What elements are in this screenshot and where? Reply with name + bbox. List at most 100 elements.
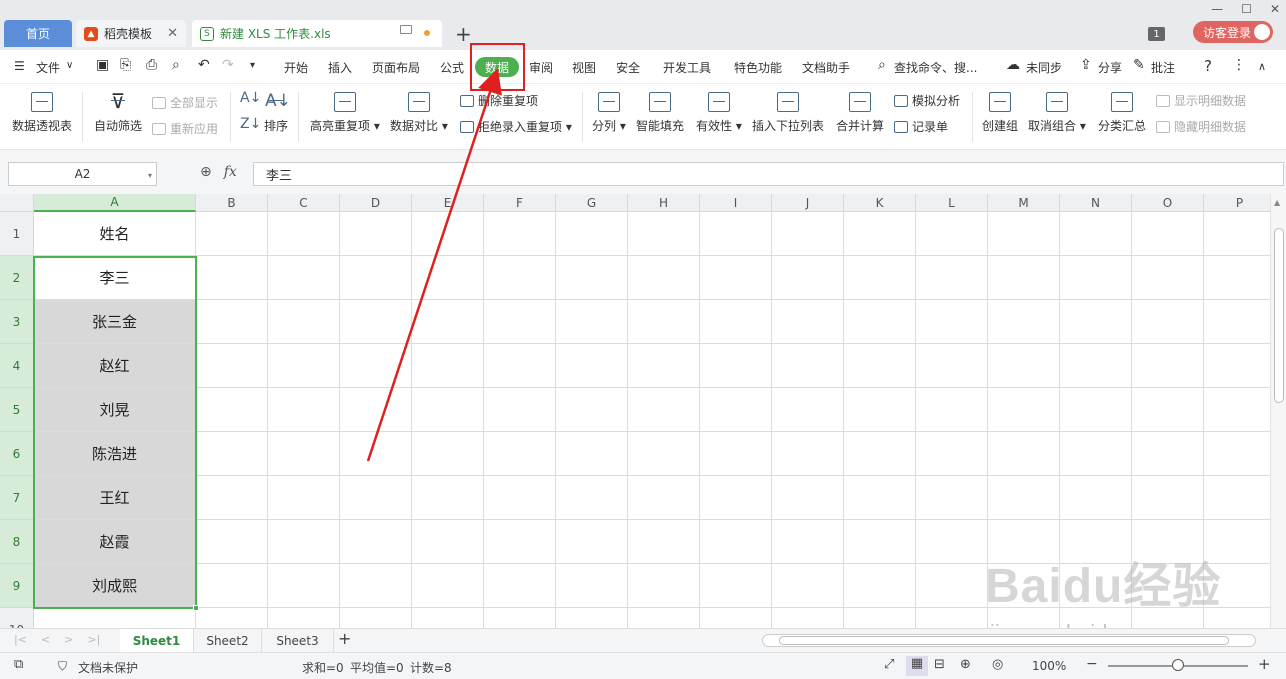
cell-l9[interactable] [916, 564, 988, 608]
cell-k5[interactable] [844, 388, 916, 432]
cell-f5[interactable] [484, 388, 556, 432]
cell-i9[interactable] [700, 564, 772, 608]
menu-insert[interactable]: 插入 [328, 59, 352, 76]
cell-l2[interactable] [916, 256, 988, 300]
cell-h3[interactable] [628, 300, 700, 344]
column-header-m[interactable]: M [988, 194, 1060, 212]
cell-b7[interactable] [196, 476, 268, 520]
cell-e3[interactable] [412, 300, 484, 344]
share-button[interactable]: 分享 [1098, 59, 1122, 76]
cell-l5[interactable] [916, 388, 988, 432]
show-all-button[interactable]: 全部显示 [152, 94, 218, 111]
login-button[interactable]: 访客登录 [1193, 21, 1273, 43]
cell-j9[interactable] [772, 564, 844, 608]
cell-b6[interactable] [196, 432, 268, 476]
menu-review[interactable]: 审阅 [529, 59, 553, 76]
validity-button[interactable]: 有效性 ▾ [696, 92, 742, 134]
cell-c3[interactable] [268, 300, 340, 344]
cell-d8[interactable] [340, 520, 412, 564]
cell-f2[interactable] [484, 256, 556, 300]
column-header-h[interactable]: H [628, 194, 700, 212]
export-icon[interactable]: ⎘ [120, 57, 131, 73]
cell-h2[interactable] [628, 256, 700, 300]
menu-formula[interactable]: 公式 [440, 59, 464, 76]
cell-h9[interactable] [628, 564, 700, 608]
more-icon[interactable]: ⋮ [1232, 57, 1246, 73]
hide-detail-button[interactable]: 隐藏明细数据 [1156, 118, 1246, 135]
protect-status[interactable]: 文档未保护 [78, 659, 138, 676]
cell-p7[interactable] [1204, 476, 1270, 520]
cell-o2[interactable] [1132, 256, 1204, 300]
cell-o7[interactable] [1132, 476, 1204, 520]
cell-d6[interactable] [340, 432, 412, 476]
cell-c2[interactable] [268, 256, 340, 300]
cell-j3[interactable] [772, 300, 844, 344]
cell-f8[interactable] [484, 520, 556, 564]
cell-g6[interactable] [556, 432, 628, 476]
cell-d2[interactable] [340, 256, 412, 300]
cell-m5[interactable] [988, 388, 1060, 432]
sort-button[interactable]: A↓ 排序 [264, 92, 291, 134]
cell-c9[interactable] [268, 564, 340, 608]
cell-b5[interactable] [196, 388, 268, 432]
cell-f1[interactable] [484, 212, 556, 256]
cell-f9[interactable] [484, 564, 556, 608]
cell-m3[interactable] [988, 300, 1060, 344]
autofilter-button[interactable]: ⊽ 自动筛选 [94, 91, 142, 134]
zoom-in-icon[interactable]: + [1258, 655, 1271, 673]
subtotal-button[interactable]: 分类汇总 [1098, 92, 1146, 134]
column-header-k[interactable]: K [844, 194, 916, 212]
cell-o4[interactable] [1132, 344, 1204, 388]
cell-k1[interactable] [844, 212, 916, 256]
sync-status[interactable]: 未同步 [1026, 59, 1062, 76]
cell-c6[interactable] [268, 432, 340, 476]
cell-o5[interactable] [1132, 388, 1204, 432]
cell-m4[interactable] [988, 344, 1060, 388]
cell-g8[interactable] [556, 520, 628, 564]
cell-d10[interactable] [340, 608, 412, 628]
cell-e10[interactable] [412, 608, 484, 628]
smart-fill-button[interactable]: 智能填充 [636, 92, 684, 134]
cell-a3[interactable]: 张三金 [34, 300, 196, 344]
file-menu[interactable]: 文件 [36, 59, 60, 76]
ungroup-button[interactable]: 取消组合 ▾ [1028, 92, 1086, 134]
row-header-10[interactable]: 10 [0, 608, 34, 628]
menu-page-layout[interactable]: 页面布局 [372, 59, 420, 76]
menu-developer[interactable]: 开发工具 [663, 59, 711, 76]
cell-e4[interactable] [412, 344, 484, 388]
record-form-button[interactable]: 记录单 [894, 118, 948, 135]
templates-tab[interactable]: ▲ 稻壳模板 ✕ [76, 20, 186, 47]
cell-k3[interactable] [844, 300, 916, 344]
close-icon[interactable]: ✕ [167, 26, 178, 41]
cell-g3[interactable] [556, 300, 628, 344]
cell-d1[interactable] [340, 212, 412, 256]
simulate-analysis-button[interactable]: 模拟分析 [894, 92, 960, 109]
cell-g7[interactable] [556, 476, 628, 520]
monitor-icon[interactable] [400, 25, 412, 34]
remove-duplicates-button[interactable]: 删除重复项 [460, 92, 538, 109]
chevron-down-icon[interactable]: ∨ [66, 60, 73, 71]
cell-e9[interactable] [412, 564, 484, 608]
horizontal-scroll-thumb[interactable] [779, 636, 1229, 645]
cell-l7[interactable] [916, 476, 988, 520]
column-header-n[interactable]: N [1060, 194, 1132, 212]
split-column-button[interactable]: 分列 ▾ [592, 92, 626, 134]
row-header-6[interactable]: 6 [0, 432, 34, 476]
cell-c5[interactable] [268, 388, 340, 432]
cell-b3[interactable] [196, 300, 268, 344]
cell-j2[interactable] [772, 256, 844, 300]
row-header-9[interactable]: 9 [0, 564, 34, 608]
cell-h6[interactable] [628, 432, 700, 476]
cell-l4[interactable] [916, 344, 988, 388]
command-search[interactable]: 查找命令、搜... [894, 59, 977, 76]
cell-p4[interactable] [1204, 344, 1270, 388]
cell-n4[interactable] [1060, 344, 1132, 388]
collapse-ribbon-icon[interactable]: ∧ [1258, 60, 1266, 73]
cell-h10[interactable] [628, 608, 700, 628]
column-header-o[interactable]: O [1132, 194, 1204, 212]
row-header-2[interactable]: 2 [0, 256, 34, 300]
reading-mode-icon[interactable]: ⊕ [960, 657, 971, 672]
cell-n3[interactable] [1060, 300, 1132, 344]
column-header-l[interactable]: L [916, 194, 988, 212]
column-header-b[interactable]: B [196, 194, 268, 212]
